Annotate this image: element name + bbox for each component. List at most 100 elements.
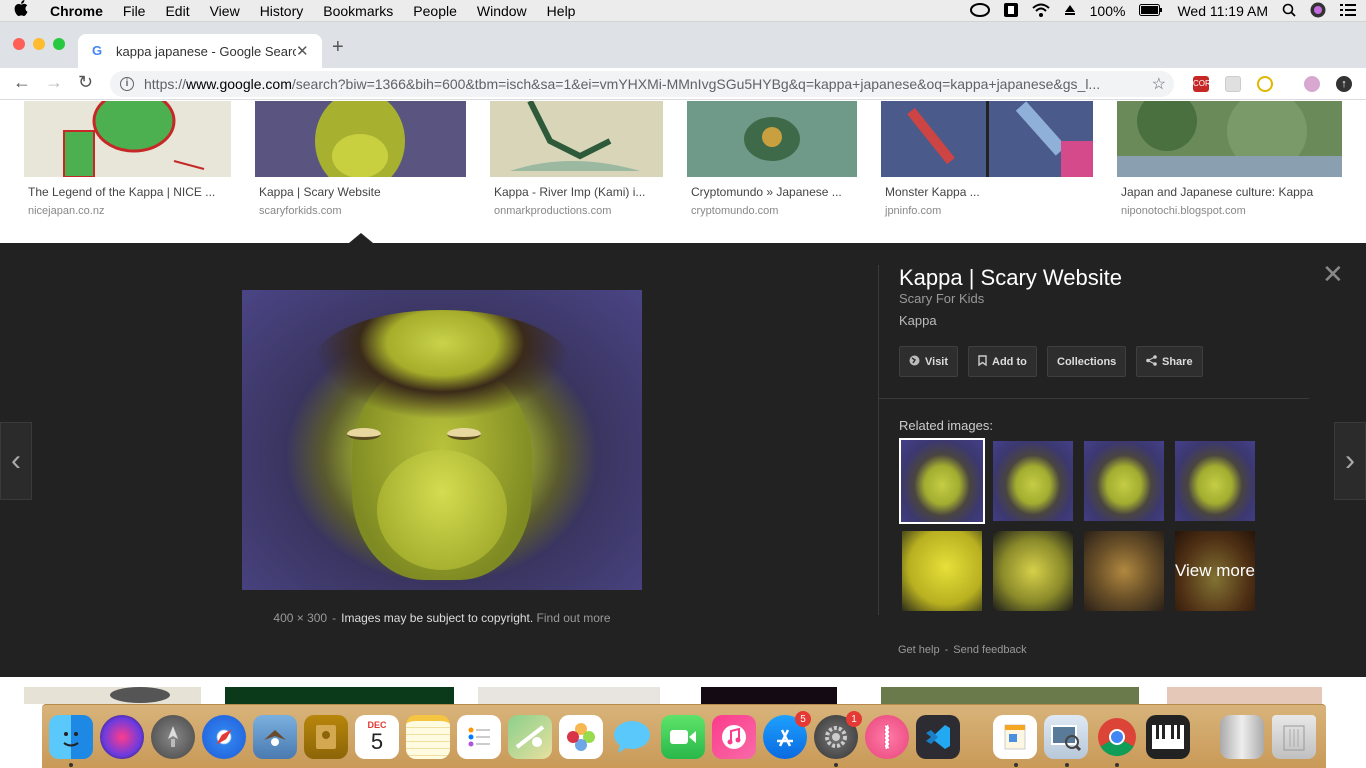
- pages-document-icon[interactable]: [993, 715, 1037, 759]
- result-source: onmarkproductions.com: [494, 205, 612, 217]
- menu-help[interactable]: Help: [547, 3, 576, 19]
- result-thumbnail-2[interactable]: [255, 101, 466, 177]
- find-out-more-link[interactable]: Find out more: [537, 611, 611, 625]
- menu-window[interactable]: Window: [477, 3, 527, 19]
- result-thumbnail-3[interactable]: [490, 101, 663, 177]
- back-button[interactable]: ←: [13, 72, 31, 93]
- piano-keyboard-icon[interactable]: [1146, 715, 1190, 759]
- contacts-book-icon[interactable]: [304, 715, 348, 759]
- zoom-window-button[interactable]: [53, 38, 65, 50]
- next-image-button[interactable]: ›: [1334, 422, 1366, 500]
- previous-image-button[interactable]: ‹: [0, 422, 32, 500]
- result-caption[interactable]: The Legend of the Kappa | NICE ...: [28, 185, 228, 199]
- add-to-button[interactable]: Add to: [968, 346, 1037, 377]
- photos-icon[interactable]: [559, 715, 603, 759]
- result-caption[interactable]: Kappa - River Imp (Kami) i...: [494, 185, 660, 199]
- chrome-icon[interactable]: [1095, 715, 1139, 759]
- preview-image[interactable]: [242, 290, 642, 590]
- spotlight-search-icon[interactable]: [1282, 3, 1296, 20]
- result-thumbnail-5[interactable]: [881, 101, 1093, 177]
- menu-view[interactable]: View: [210, 3, 240, 19]
- minimize-window-button[interactable]: [33, 38, 45, 50]
- close-preview-icon[interactable]: ✕: [1322, 261, 1344, 287]
- trash-icon[interactable]: [1272, 715, 1316, 759]
- collections-button[interactable]: Collections: [1047, 346, 1127, 377]
- vscode-icon[interactable]: [916, 715, 960, 759]
- creative-cloud-icon[interactable]: [969, 2, 990, 20]
- system-preferences-icon[interactable]: 1: [814, 711, 862, 759]
- dock: DEC 5 5 1: [42, 704, 1326, 768]
- cors-extension-icon[interactable]: CORS: [1193, 76, 1216, 92]
- app-store-icon[interactable]: 5: [763, 711, 811, 759]
- related-image[interactable]: [1084, 441, 1164, 521]
- safari-icon[interactable]: [202, 715, 246, 759]
- running-indicator: [1115, 763, 1119, 767]
- itunes-icon[interactable]: [712, 715, 756, 759]
- result-thumbnail-4[interactable]: [687, 101, 857, 177]
- chevron-left-icon: ‹: [11, 444, 21, 477]
- mail-eagle-icon[interactable]: [253, 715, 297, 759]
- result-thumbnail-6[interactable]: [1117, 101, 1342, 177]
- calendar-icon[interactable]: DEC 5: [355, 715, 399, 759]
- menu-history[interactable]: History: [260, 3, 304, 19]
- clock[interactable]: Wed 11:19 AM: [1177, 3, 1268, 19]
- profile-avatar[interactable]: [1304, 76, 1320, 92]
- reminders-icon[interactable]: [457, 715, 501, 759]
- maps-icon[interactable]: [508, 715, 552, 759]
- eject-icon[interactable]: [1064, 3, 1076, 19]
- app-name-menu[interactable]: Chrome: [50, 3, 103, 19]
- related-image[interactable]: [899, 438, 985, 524]
- close-window-button[interactable]: [13, 38, 25, 50]
- finder-icon[interactable]: [49, 715, 93, 759]
- siri-dock-icon[interactable]: [100, 715, 144, 759]
- extension-grid-icon[interactable]: [1225, 76, 1241, 92]
- browser-tab[interactable]: G kappa japanese - Google Search ✕: [78, 34, 322, 68]
- related-image[interactable]: [1175, 441, 1255, 521]
- send-feedback-link[interactable]: Send feedback: [953, 644, 1026, 656]
- menu-bookmarks[interactable]: Bookmarks: [323, 3, 393, 19]
- wifi-icon[interactable]: [1031, 3, 1050, 20]
- system-preferences-badge: 1: [846, 711, 862, 727]
- close-tab-icon[interactable]: ✕: [296, 42, 312, 60]
- visit-button[interactable]: Visit: [899, 346, 959, 377]
- preview-title[interactable]: Kappa | Scary Website: [899, 265, 1122, 291]
- url-text: https://www.google.com/search?biw=1366&b…: [144, 76, 1101, 92]
- result-caption[interactable]: Kappa | Scary Website: [259, 185, 459, 199]
- result-caption[interactable]: Japan and Japanese culture: Kappa: [1121, 185, 1341, 199]
- menu-edit[interactable]: Edit: [165, 3, 189, 19]
- result-caption[interactable]: Monster Kappa ...: [885, 185, 1090, 199]
- reload-button[interactable]: ↻: [78, 72, 93, 93]
- battery-icon[interactable]: [1139, 3, 1163, 19]
- site-info-icon[interactable]: i: [120, 77, 134, 91]
- preview-app-icon[interactable]: [1044, 715, 1088, 759]
- bitbar-icon[interactable]: [1003, 2, 1018, 20]
- address-bar[interactable]: i https://www.google.com/search?biw=1366…: [110, 71, 1174, 97]
- notification-center-icon[interactable]: [1340, 3, 1356, 20]
- extension-ring-icon[interactable]: [1257, 76, 1273, 92]
- downloads-stack-icon[interactable]: [1220, 715, 1264, 759]
- result-caption[interactable]: Cryptomundo » Japanese ...: [691, 185, 854, 199]
- messages-icon[interactable]: [610, 715, 654, 759]
- result-thumbnail-1[interactable]: [24, 101, 231, 177]
- archive-utility-icon[interactable]: [865, 715, 909, 759]
- notes-icon[interactable]: [406, 715, 450, 759]
- related-image[interactable]: [993, 441, 1073, 521]
- siri-icon[interactable]: [1310, 2, 1326, 21]
- facetime-icon[interactable]: [661, 715, 705, 759]
- related-image[interactable]: [902, 531, 982, 611]
- bookmark-star-icon[interactable]: ☆: [1152, 74, 1166, 94]
- view-more-label: View more: [1175, 531, 1255, 611]
- next-results-row: [0, 687, 1366, 704]
- forward-button[interactable]: →: [45, 72, 63, 93]
- menu-file[interactable]: File: [123, 3, 146, 19]
- chrome-update-icon[interactable]: ↑: [1336, 76, 1352, 92]
- apple-menu-icon[interactable]: [14, 0, 28, 21]
- share-button[interactable]: Share: [1136, 346, 1203, 377]
- related-image[interactable]: [993, 531, 1073, 611]
- related-image[interactable]: [1084, 531, 1164, 611]
- menu-people[interactable]: People: [413, 3, 457, 19]
- new-tab-button[interactable]: +: [332, 36, 344, 59]
- get-help-link[interactable]: Get help: [898, 644, 940, 656]
- launchpad-icon[interactable]: [151, 715, 195, 759]
- view-more-button[interactable]: View more: [1175, 531, 1255, 611]
